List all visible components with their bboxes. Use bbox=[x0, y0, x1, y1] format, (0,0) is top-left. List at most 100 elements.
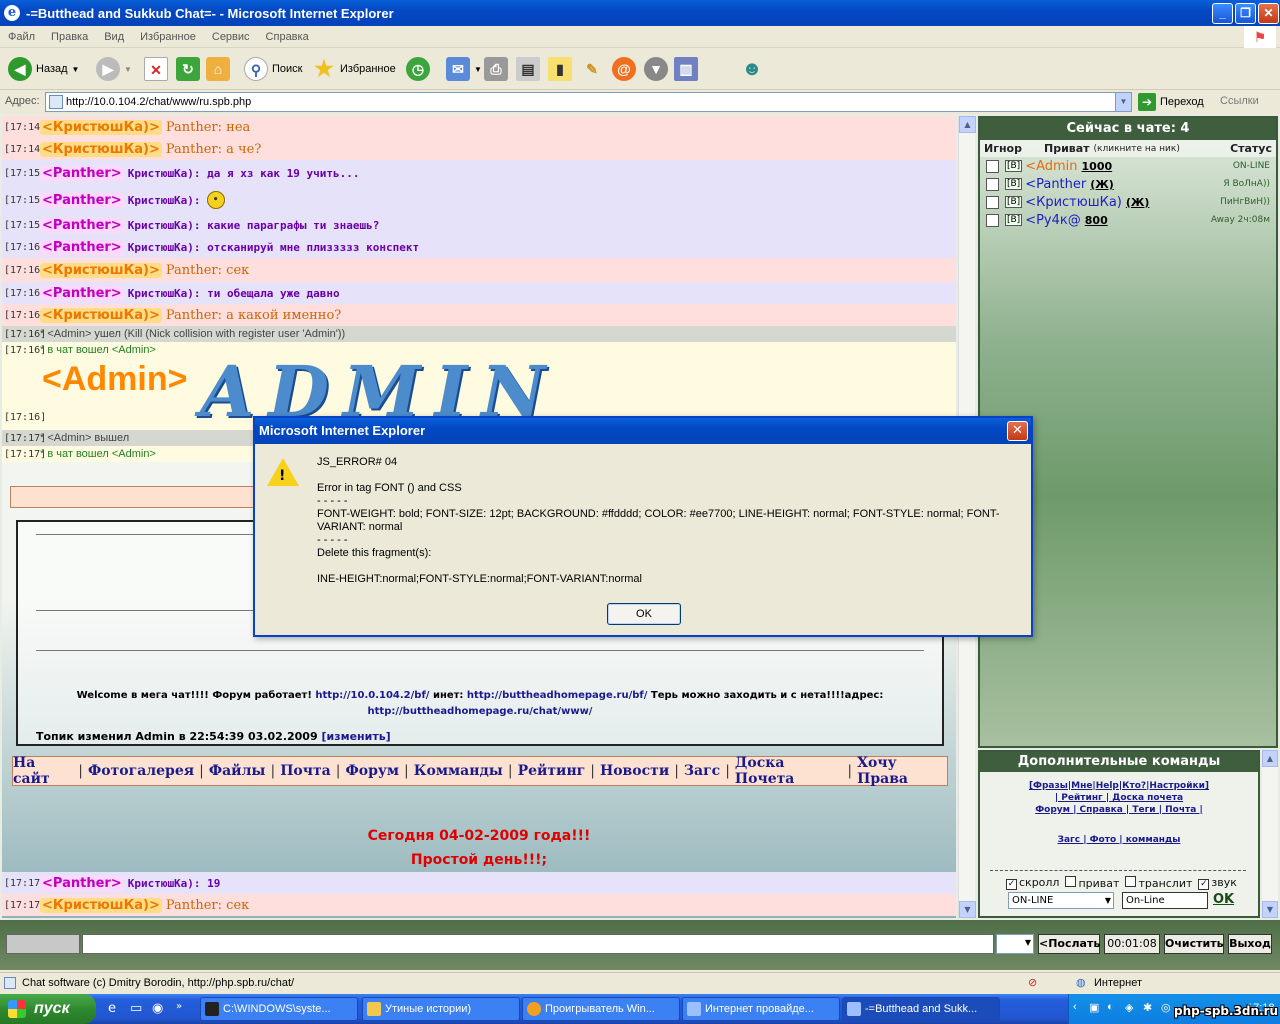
ignore-checkbox[interactable] bbox=[986, 213, 999, 227]
sender-nick[interactable]: <Panther> bbox=[40, 239, 124, 255]
commands-line[interactable]: [Фразы|Мне|Help|Кто?|Настройки] bbox=[980, 780, 1258, 792]
discuss-button[interactable]: ▮ bbox=[548, 56, 572, 82]
exit-button[interactable]: Выход bbox=[1228, 934, 1272, 954]
commands-line[interactable]: | Рейтинг | Доска почета bbox=[980, 792, 1258, 804]
address-dropdown-icon[interactable]: ▼ bbox=[1115, 93, 1131, 111]
clear-button[interactable]: Очистить bbox=[1164, 934, 1224, 954]
sender-nick[interactable]: <Panther> bbox=[40, 217, 124, 233]
status-ok-button[interactable]: OK bbox=[1213, 892, 1234, 907]
topic-edit-link[interactable]: [изменить] bbox=[321, 730, 390, 743]
nav-link[interactable]: Загс bbox=[684, 763, 720, 779]
dialog-close-button[interactable]: ✕ bbox=[1007, 421, 1028, 441]
nav-link[interactable]: Форум bbox=[345, 763, 399, 779]
option-private[interactable]: приват bbox=[1065, 876, 1119, 890]
task-folder[interactable]: Утиные истории) bbox=[362, 997, 520, 1021]
nav-link[interactable]: Рейтинг bbox=[518, 763, 586, 779]
task-ie-provider[interactable]: Интернет провайде... bbox=[682, 997, 840, 1021]
tray-volume-icon[interactable]: ◐ bbox=[1107, 1001, 1114, 1013]
message-input[interactable] bbox=[82, 934, 994, 954]
user-b-link[interactable]: [В] bbox=[1005, 214, 1023, 226]
commands-scrollbar[interactable]: ▲ ▼ bbox=[1262, 750, 1278, 918]
checkbox-checked-icon[interactable]: ✓ bbox=[1198, 879, 1210, 890]
nick-field[interactable] bbox=[6, 934, 80, 954]
status-input[interactable]: On-Line bbox=[1122, 892, 1208, 909]
checkbox-icon[interactable] bbox=[1065, 876, 1077, 887]
popup-blocked-icon[interactable]: ⊘ bbox=[1028, 976, 1037, 989]
menu-view[interactable]: Вид bbox=[96, 31, 132, 43]
refresh-button[interactable]: ↻ bbox=[176, 56, 200, 82]
maximize-button[interactable]: ❐ bbox=[1235, 3, 1256, 24]
sender-nick[interactable]: <КристюшКа)> bbox=[40, 897, 162, 913]
sender-nick[interactable]: <Panther> bbox=[40, 165, 124, 181]
nav-link[interactable]: Хочу Права bbox=[857, 755, 947, 787]
send-button[interactable]: <Послать bbox=[1038, 934, 1100, 954]
user-score[interactable]: (Ж) bbox=[1090, 178, 1114, 191]
forward-button[interactable]: ▶ ▼ bbox=[96, 56, 132, 82]
checkbox-checked-icon[interactable]: ✓ bbox=[1006, 879, 1017, 890]
scroll-down-icon[interactable]: ▼ bbox=[1262, 901, 1278, 918]
tray-network-icon[interactable]: ▣ bbox=[1089, 1001, 1099, 1014]
edit-button[interactable]: ▤ bbox=[516, 56, 540, 82]
user-nick[interactable]: <КристюшКа) bbox=[1025, 195, 1122, 210]
sender-nick[interactable]: <КристюшКа)> bbox=[40, 141, 162, 157]
ignore-checkbox[interactable] bbox=[986, 195, 999, 209]
tray-expand-icon[interactable]: ‹ bbox=[1073, 1001, 1077, 1013]
forum-internet-link[interactable]: http://buttheadhomepage.ru/bf/ bbox=[467, 690, 648, 701]
tray-app-icon[interactable]: ◎ bbox=[1161, 1001, 1171, 1014]
commands-line[interactable]: Загс | Фото | комманды bbox=[980, 834, 1258, 846]
quicklaunch-ie-icon[interactable]: e bbox=[108, 1001, 116, 1016]
nav-link[interactable]: Почта bbox=[280, 763, 331, 779]
chat-link[interactable]: http://buttheadhomepage.ru/chat/www/ bbox=[368, 706, 593, 717]
books-button[interactable]: ▥ bbox=[674, 56, 698, 82]
quicklaunch-player-icon[interactable]: ◉ bbox=[152, 1001, 163, 1016]
nav-link[interactable]: Новости bbox=[600, 763, 669, 779]
sender-nick[interactable]: <Panther> bbox=[40, 285, 124, 301]
history-button[interactable]: ◷ bbox=[406, 56, 430, 82]
sender-nick[interactable]: <КристюшКа)> bbox=[40, 119, 162, 135]
back-button[interactable]: ◀ Назад ▼ bbox=[8, 56, 79, 82]
user-b-link[interactable]: [В] bbox=[1005, 160, 1023, 172]
nav-link[interactable]: Доска Почета bbox=[735, 755, 842, 787]
menu-file[interactable]: Файл bbox=[0, 31, 43, 43]
tray-shield-icon[interactable]: ◈ bbox=[1125, 1001, 1133, 1014]
quicklaunch-more-icon[interactable]: » bbox=[176, 1001, 182, 1012]
commands-line[interactable]: Форум | Справка | Теги | Почта | bbox=[980, 804, 1258, 816]
menu-edit[interactable]: Правка bbox=[43, 31, 96, 43]
messenger-button[interactable]: ☻ bbox=[740, 56, 764, 82]
address-input[interactable]: http://10.0.104.2/chat/www/ru.spb.php ▼ bbox=[45, 92, 1132, 112]
forward-dropdown-icon[interactable]: ▼ bbox=[124, 65, 132, 74]
user-score[interactable]: (Ж) bbox=[1126, 196, 1150, 209]
minimize-button[interactable]: _ bbox=[1212, 3, 1233, 24]
option-scroll[interactable]: ✓ скролл bbox=[1006, 876, 1059, 890]
links-label[interactable]: Ссылки bbox=[1220, 95, 1259, 107]
menu-help[interactable]: Справка bbox=[258, 31, 317, 43]
at-button[interactable]: @ bbox=[612, 56, 636, 82]
ignore-checkbox[interactable] bbox=[986, 177, 999, 191]
user-score[interactable]: 1000 bbox=[1082, 160, 1113, 173]
back-dropdown-icon[interactable]: ▼ bbox=[72, 65, 80, 74]
forum-link[interactable]: http://10.0.104.2/bf/ bbox=[315, 690, 429, 701]
start-button[interactable]: пуск bbox=[0, 994, 96, 1024]
option-translit[interactable]: транслит bbox=[1125, 876, 1192, 890]
user-nick[interactable]: <Admin bbox=[1025, 159, 1077, 174]
research-button[interactable]: ✎ bbox=[580, 56, 604, 82]
close-button[interactable]: ✕ bbox=[1258, 3, 1279, 24]
scroll-up-icon[interactable]: ▲ bbox=[959, 116, 976, 133]
status-select[interactable]: ON-LINE ▼ bbox=[1008, 892, 1114, 909]
go-button[interactable]: ➔ Переход bbox=[1138, 93, 1204, 111]
task-player[interactable]: Проигрыватель Win... bbox=[522, 997, 680, 1021]
checkbox-icon[interactable] bbox=[1125, 876, 1137, 887]
user-score[interactable]: 800 bbox=[1085, 214, 1108, 227]
nav-link[interactable]: Файлы bbox=[209, 763, 266, 779]
tray-bluetooth-icon[interactable]: ✱ bbox=[1143, 1001, 1152, 1014]
recipient-select[interactable]: ▼ bbox=[996, 934, 1034, 954]
admin-nick-big[interactable]: <Admin> bbox=[42, 360, 187, 399]
sender-nick[interactable]: <Panther> bbox=[40, 192, 124, 208]
quicklaunch-desktop-icon[interactable]: ▭ bbox=[130, 1001, 142, 1016]
nav-link[interactable]: Фотогалерея bbox=[88, 763, 194, 779]
user-b-link[interactable]: [В] bbox=[1005, 196, 1023, 208]
nav-link[interactable]: На сайт bbox=[13, 755, 73, 787]
user-nick[interactable]: <Ру4к@ bbox=[1025, 213, 1081, 228]
sender-nick[interactable]: <КристюшКа)> bbox=[40, 262, 162, 278]
shield-button[interactable]: ▼ bbox=[644, 56, 668, 82]
